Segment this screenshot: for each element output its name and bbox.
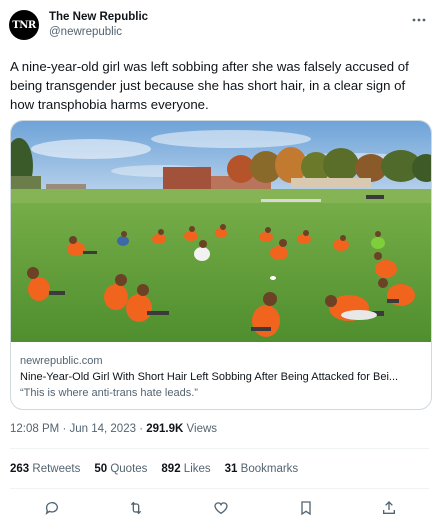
tweet-stats: 263 Retweets 50 Quotes 892 Likes 31 Book… xyxy=(10,463,312,475)
link-card[interactable]: newrepublic.com Nine-Year-Old Girl With … xyxy=(10,120,432,410)
retweets-count: 263 xyxy=(10,463,30,475)
bookmarks-count: 31 xyxy=(224,463,238,475)
meta-separator: · xyxy=(62,423,67,435)
meta-separator: · xyxy=(139,423,144,435)
tweet: TNR The New Republic @newrepublic A nine… xyxy=(0,0,439,521)
card-description: “This is where anti-trans hate leads.” xyxy=(20,387,198,399)
card-domain: newrepublic.com xyxy=(20,355,103,367)
card-image[interactable] xyxy=(11,121,432,342)
bookmarks-stat[interactable]: 31 Bookmarks xyxy=(225,463,299,475)
reply-icon[interactable] xyxy=(42,498,62,518)
author-display-name[interactable]: The New Republic xyxy=(49,10,148,25)
quotes-label: Quotes xyxy=(110,463,148,475)
bookmark-icon[interactable] xyxy=(296,498,316,518)
retweet-icon[interactable] xyxy=(126,498,146,518)
divider xyxy=(10,488,429,489)
likes-label: Likes xyxy=(183,463,211,475)
more-options-icon[interactable] xyxy=(411,12,427,31)
tweet-date[interactable]: Jun 14, 2023 xyxy=(69,423,136,435)
quotes-count: 50 xyxy=(94,463,108,475)
action-bar xyxy=(0,498,439,518)
tweet-header: TNR The New Republic @newrepublic xyxy=(9,10,148,40)
likes-count: 892 xyxy=(161,463,181,475)
likes-stat[interactable]: 892 Likes xyxy=(161,463,210,475)
quotes-stat[interactable]: 50 Quotes xyxy=(94,463,147,475)
retweets-stat[interactable]: 263 Retweets xyxy=(10,463,80,475)
heart-icon[interactable] xyxy=(211,498,231,518)
tweet-text: A nine-year-old girl was left sobbing af… xyxy=(10,59,409,112)
bookmarks-label: Bookmarks xyxy=(240,463,299,475)
card-title[interactable]: Nine-Year-Old Girl With Short Hair Left … xyxy=(20,369,424,385)
tweet-timestamp: 12:08 PM · Jun 14, 2023 · 291.9K Views xyxy=(10,423,217,435)
divider xyxy=(10,448,429,449)
avatar[interactable]: TNR xyxy=(9,10,39,40)
card-meta: newrepublic.com Nine-Year-Old Girl With … xyxy=(20,353,424,401)
views-label: Views xyxy=(186,423,218,435)
author-handle[interactable]: @newrepublic xyxy=(49,25,148,40)
views-count: 291.9K xyxy=(146,423,184,435)
tweet-time[interactable]: 12:08 PM xyxy=(10,423,59,435)
share-icon[interactable] xyxy=(379,498,399,518)
author-names: The New Republic @newrepublic xyxy=(49,10,148,40)
retweets-label: Retweets xyxy=(32,463,81,475)
